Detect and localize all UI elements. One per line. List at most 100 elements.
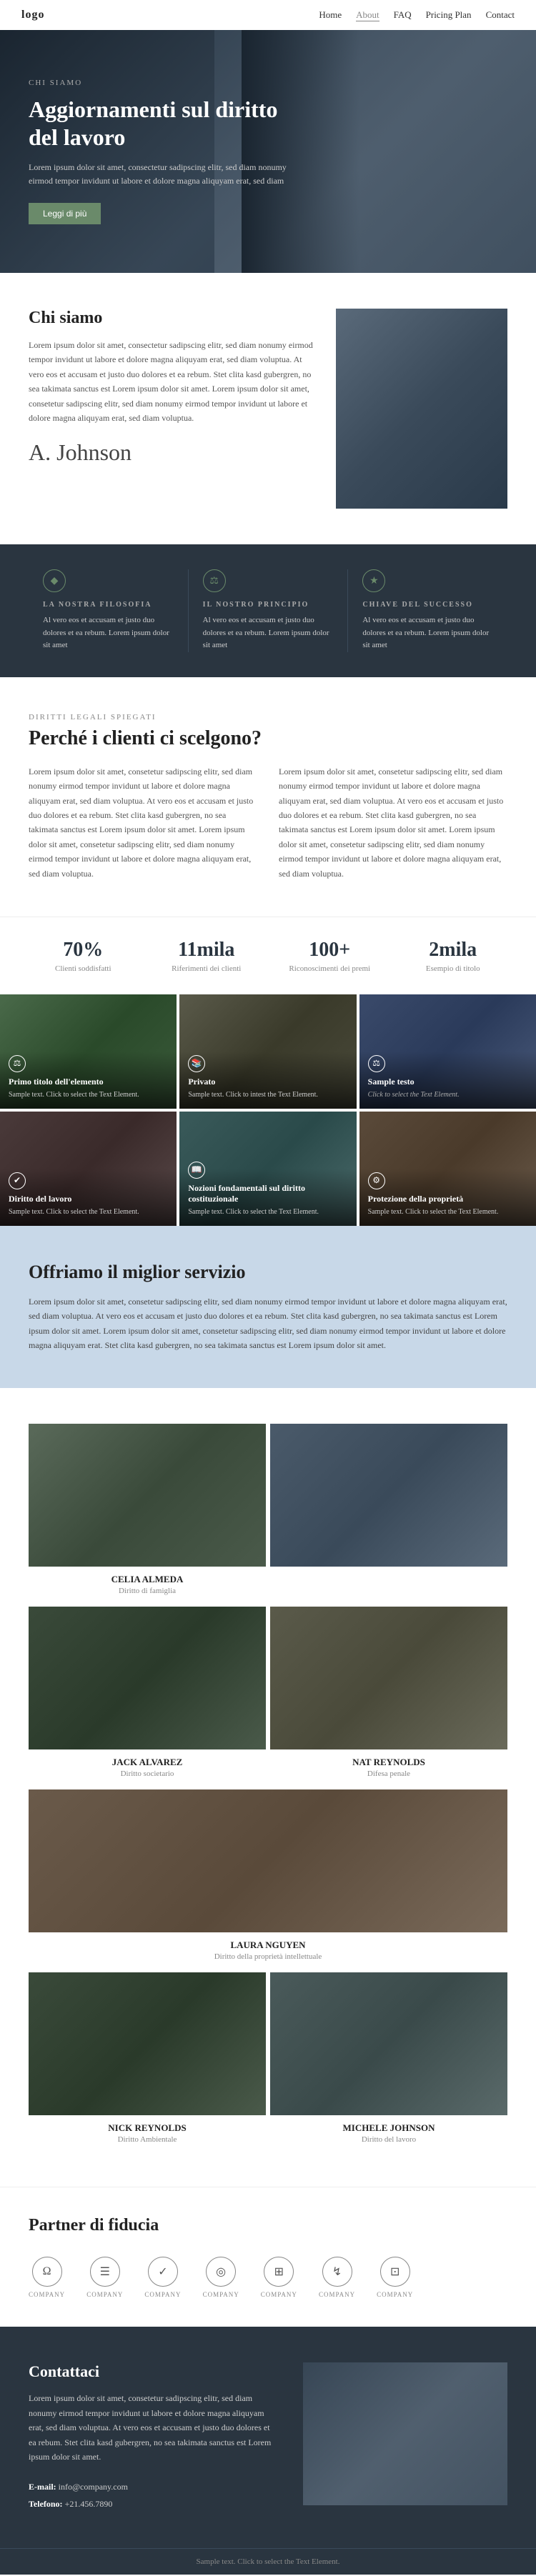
team-name-celia: CELIA ALMEDA — [29, 1574, 266, 1585]
partner-icon-3: ✓ — [148, 2257, 178, 2287]
grid-card-2[interactable]: 📚 Privato Sample text. Click to intest t… — [179, 994, 356, 1109]
philosophy-title-1: LA NOSTRA FILOSOFIA — [43, 601, 174, 609]
card-sample-4: Sample text. Click to select the Text El… — [9, 1207, 168, 1217]
card-sample-6: Sample text. Click to select the Text El… — [368, 1207, 527, 1217]
card-title-6: Protezione della proprietà — [368, 1194, 527, 1204]
partner-label-3: COMPANY — [144, 2291, 181, 2298]
philosophy-title-2: IL NOSTRO PRINCIPIO — [203, 601, 334, 609]
stat-1: 70% Clienti soddisfatti — [29, 939, 138, 973]
team-item-laura: LAURA NGUYEN Diritto della proprietà int… — [29, 1789, 507, 1968]
team-role-jack: Diritto societario — [29, 1769, 266, 1778]
perche-title: Perché i clienti ci scelgono? — [29, 727, 507, 750]
team-img-celia — [29, 1424, 266, 1567]
card-sample-3: Click to select the Text Element. — [368, 1090, 527, 1100]
team-info-nat: NAT REYNOLDS Difesa penale — [270, 1749, 507, 1785]
contact-email-label: E-mail: — [29, 2482, 56, 2492]
nav-home[interactable]: Home — [319, 9, 342, 21]
partner-logos: Ω COMPANY ☰ COMPANY ✓ COMPANY ◎ COMPANY … — [29, 2257, 507, 2298]
contact-title: Contattaci — [29, 2362, 274, 2381]
chi-siamo-section: Chi siamo Lorem ipsum dolor sit amet, co… — [0, 273, 536, 544]
team-info-laura: LAURA NGUYEN Diritto della proprietà int… — [214, 1932, 322, 1968]
logo: logo — [21, 9, 44, 21]
team-role-nat: Difesa penale — [270, 1769, 507, 1778]
contact-text: Contattaci Lorem ipsum dolor sit amet, c… — [29, 2362, 274, 2512]
team-name-nat: NAT REYNOLDS — [270, 1757, 507, 1768]
grid-card-5[interactable]: 📖 Nozioni fondamentali sul diritto costi… — [179, 1112, 356, 1226]
grid-card-3[interactable]: ⚖ Sample testo Click to select the Text … — [359, 994, 536, 1109]
card-icon-2: 📚 — [188, 1055, 205, 1072]
footer: Sample text. Click to select the Text El… — [0, 2548, 536, 2575]
card-title-2: Privato — [188, 1077, 347, 1087]
perche-content: Lorem ipsum dolor sit amet, consetetur s… — [29, 764, 507, 881]
contact-phone-value: +21.456.7890 — [65, 2499, 113, 2509]
partner-icon-6: ↯ — [322, 2257, 352, 2287]
grid-card-6[interactable]: ⚙ Protezione della proprietà Sample text… — [359, 1112, 536, 1226]
image-grid: ⚖ Primo titolo dell'elemento Sample text… — [0, 994, 536, 1226]
card-sample-1: Sample text. Click to select the Text El… — [9, 1090, 168, 1100]
card-icon-6: ⚙ — [368, 1172, 385, 1189]
stat-number-4: 2mila — [399, 939, 508, 962]
philosophy-item-3: ★ CHIAVE DEL SUCCESSO Al vero eos et acc… — [348, 569, 507, 652]
team-item-nat: NAT REYNOLDS Difesa penale — [270, 1607, 507, 1785]
contact-image — [303, 2362, 507, 2505]
stat-3: 100+ Riconoscimenti dei premi — [275, 939, 384, 973]
partner-logo-2: ☰ COMPANY — [86, 2257, 123, 2298]
stat-label-3: Riconoscimenti dei premi — [275, 964, 384, 973]
hero-button[interactable]: Leggi di più — [29, 203, 101, 224]
stat-number-2: 11mila — [152, 939, 262, 962]
nav-links: Home About FAQ Pricing Plan Contact — [319, 9, 515, 21]
team-name-jack: JACK ALVAREZ — [29, 1757, 266, 1768]
partner-icon-7: ⊡ — [380, 2257, 410, 2287]
perche-tag: DIRITTI LEGALI SPIEGATI — [29, 713, 507, 722]
partner-title: Partner di fiducia — [29, 2216, 507, 2235]
card-icon-3: ⚖ — [368, 1055, 385, 1072]
team-item-celia: CELIA ALMEDA Diritto di famiglia — [29, 1424, 266, 1602]
team-name-laura: LAURA NGUYEN — [214, 1940, 322, 1951]
stat-label-2: Riferimenti dei clienti — [152, 964, 262, 973]
team-role-laura: Diritto della proprietà intellettuale — [214, 1952, 322, 1961]
partner-logo-1: Ω COMPANY — [29, 2257, 65, 2298]
card-title-1: Primo titolo dell'elemento — [9, 1077, 168, 1087]
card-icon-4: ✔ — [9, 1172, 26, 1189]
card-content-5: 📖 Nozioni fondamentali sul diritto costi… — [188, 1162, 347, 1217]
partner-logo-6: ↯ COMPANY — [319, 2257, 355, 2298]
partner-label-5: COMPANY — [261, 2291, 297, 2298]
hero-title: Aggiornamenti sul diritto del lavoro — [29, 96, 300, 151]
team-info-michele: MICHELE JOHNSON Diritto del lavoro — [270, 2115, 507, 2151]
card-icon-5: 📖 — [188, 1162, 205, 1179]
team-role-nick: Diritto Ambientale — [29, 2135, 266, 2144]
stat-2: 11mila Riferimenti dei clienti — [152, 939, 262, 973]
nav-pricing[interactable]: Pricing Plan — [426, 9, 472, 21]
team-img-nick — [29, 1972, 266, 2115]
team-img-laura — [29, 1789, 507, 1932]
contact-email-row: E-mail: info@company.com — [29, 2478, 274, 2495]
card-content-4: ✔ Diritto del lavoro Sample text. Click … — [9, 1172, 168, 1217]
card-content-6: ⚙ Protezione della proprietà Sample text… — [368, 1172, 527, 1217]
philosophy-section: ◆ LA NOSTRA FILOSOFIA Al vero eos et acc… — [0, 544, 536, 677]
partner-label-7: COMPANY — [377, 2291, 413, 2298]
grid-card-4[interactable]: ✔ Diritto del lavoro Sample text. Click … — [0, 1112, 177, 1226]
team-item-michele: MICHELE JOHNSON Diritto del lavoro — [270, 1972, 507, 2151]
footer-sample-text: Sample text. Click to select the Text El… — [197, 2557, 340, 2566]
stats-bar: 70% Clienti soddisfatti 11mila Riferimen… — [0, 917, 536, 994]
contact-phone-label: Telefono: — [29, 2499, 63, 2509]
chi-siamo-text: Chi siamo Lorem ipsum dolor sit amet, co… — [29, 309, 314, 466]
team-img-2 — [270, 1424, 507, 1567]
philosophy-icon-3: ★ — [362, 569, 385, 592]
partner-label-4: COMPANY — [203, 2291, 239, 2298]
contact-inner: Contattaci Lorem ipsum dolor sit amet, c… — [29, 2362, 507, 2512]
contact-info: E-mail: info@company.com Telefono: +21.4… — [29, 2478, 274, 2512]
contact-phone-row: Telefono: +21.456.7890 — [29, 2495, 274, 2512]
hero-description: Lorem ipsum dolor sit amet, consectetur … — [29, 161, 300, 188]
partner-section: Partner di fiducia Ω COMPANY ☰ COMPANY ✓… — [0, 2187, 536, 2327]
grid-card-1[interactable]: ⚖ Primo titolo dell'elemento Sample text… — [0, 994, 177, 1109]
philosophy-icon-1: ◆ — [43, 569, 66, 592]
team-info-jack: JACK ALVAREZ Diritto societario — [29, 1749, 266, 1785]
hero-tag: CHI SIAMO — [29, 79, 300, 87]
service-title: Offriamo il miglior servizio — [29, 1262, 507, 1283]
service-section: Offriamo il miglior servizio Lorem ipsum… — [0, 1226, 536, 1389]
nav-contact[interactable]: Contact — [486, 9, 515, 21]
chi-siamo-image — [336, 309, 507, 509]
nav-faq[interactable]: FAQ — [394, 9, 412, 21]
nav-about[interactable]: About — [356, 9, 379, 21]
